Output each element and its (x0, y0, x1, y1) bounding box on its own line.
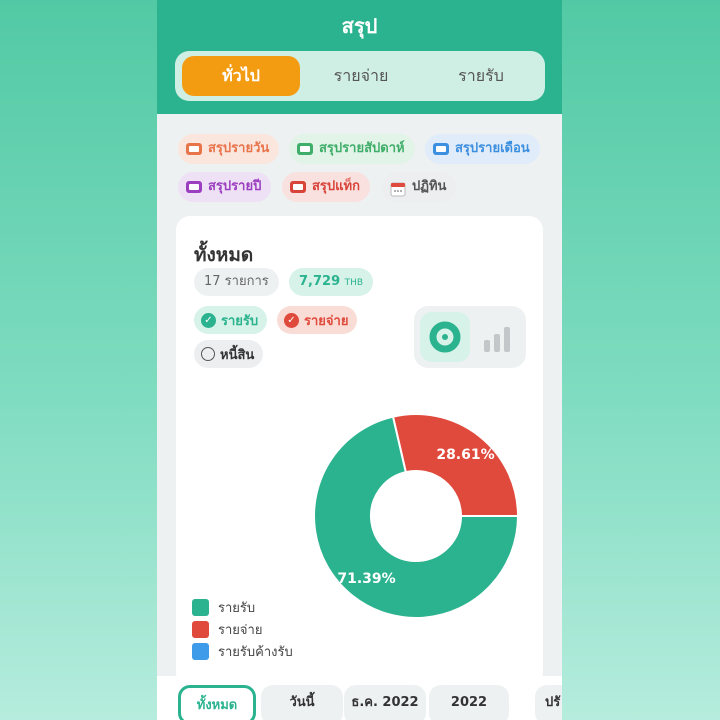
chip-label: สรุปรายปี (208, 179, 262, 194)
header: สรุป ทั่วไป รายจ่าย รายรับ (157, 0, 562, 114)
card-icon (433, 143, 449, 155)
chip-label: สรุปแท็ก (312, 179, 360, 194)
period-tab-month[interactable]: ธ.ค. 2022 (344, 685, 426, 720)
period-tab-all[interactable]: ทั้งหมด (178, 685, 256, 720)
tab-expense[interactable]: รายจ่าย (302, 56, 420, 96)
legend-item: รายจ่าย (192, 619, 262, 640)
calendar-chip[interactable]: ปฏิทิน (382, 172, 457, 202)
legend-swatch (192, 599, 209, 616)
card-icon (297, 143, 313, 155)
donut-slice-label: 71.39% (337, 571, 395, 587)
page-title: สรุป (341, 14, 378, 38)
summary-type-tabs: ทั่วไป รายจ่าย รายรับ (175, 51, 545, 101)
summary-card: ทั้งหมด 17 รายการ 7,729 THB ✓ รายรับ ✓ ร… (176, 216, 543, 686)
card-icon (186, 143, 202, 155)
legend-item: รายรับ (192, 597, 255, 618)
daily-summary-chip[interactable]: สรุปรายวัน (178, 134, 280, 164)
card-icon (290, 181, 306, 193)
chip-label: สรุปรายวัน (208, 141, 270, 156)
donut-slice-label: 28.61% (436, 447, 494, 463)
legend-swatch (192, 621, 209, 638)
tab-general[interactable]: ทั่วไป (182, 56, 300, 96)
card-icon (186, 181, 202, 193)
tab-income[interactable]: รายรับ (422, 56, 540, 96)
period-tab-year[interactable]: 2022 (429, 685, 509, 720)
chip-label: สรุปรายเดือน (455, 141, 530, 156)
legend-swatch (192, 643, 209, 660)
tag-summary-chip[interactable]: สรุปแท็ก (282, 172, 370, 202)
legend-label: รายจ่าย (218, 623, 263, 638)
donut-slice[interactable] (391, 413, 520, 517)
chip-label: สรุปรายสัปดาห์ (319, 141, 405, 156)
weekly-summary-chip[interactable]: สรุปรายสัปดาห์ (289, 134, 415, 164)
app-screen: สรุป ทั่วไป รายจ่าย รายรับ สรุปรายวัน สร… (157, 0, 562, 720)
legend-label: รายรับ (218, 601, 256, 616)
legend-item: รายรับค้างรับ (192, 641, 293, 662)
chip-label: ปฏิทิน (412, 179, 447, 194)
period-tab-custom[interactable]: ปรั (535, 685, 562, 720)
monthly-summary-chip[interactable]: สรุปรายเดือน (425, 134, 540, 164)
calendar-icon (390, 179, 406, 197)
yearly-summary-chip[interactable]: สรุปรายปี (178, 172, 272, 202)
period-tabs: ทั้งหมด วันนี้ ธ.ค. 2022 2022 ปรั (157, 676, 562, 720)
period-tab-today[interactable]: วันนี้ (261, 685, 343, 720)
legend-label: รายรับค้างรับ (218, 645, 293, 660)
